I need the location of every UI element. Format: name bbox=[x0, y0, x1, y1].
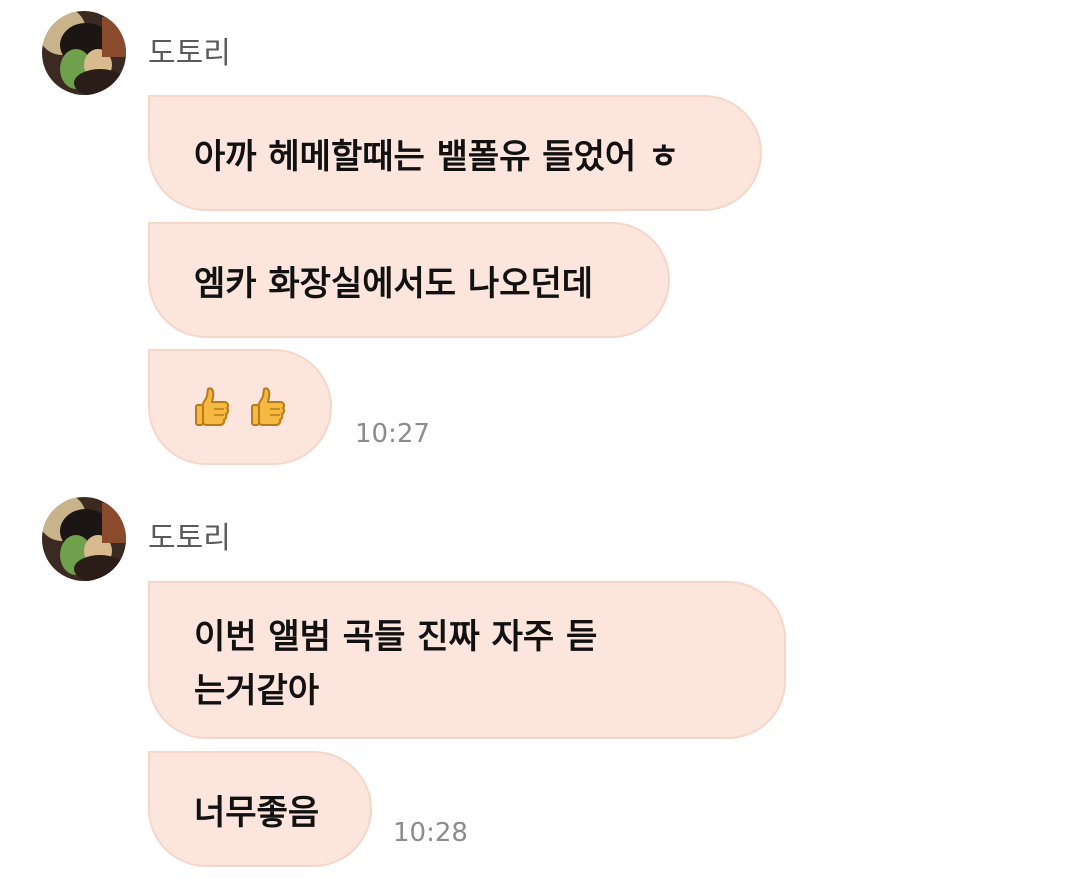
message-bubble[interactable]: 아까 헤메할때는 뱉폴유 들었어 ㅎ bbox=[148, 95, 762, 211]
emoji-reaction-row bbox=[194, 385, 288, 429]
message-bubble[interactable]: 이번 앨범 곡들 진짜 자주 듣는거같아 bbox=[148, 581, 786, 739]
sender-name: 도토리 bbox=[148, 521, 231, 556]
message-timestamp: 10:27 bbox=[355, 419, 430, 449]
sender-avatar[interactable] bbox=[42, 497, 126, 581]
message-timestamp: 10:28 bbox=[393, 818, 468, 848]
message-bubble[interactable]: 너무좋음 bbox=[148, 751, 372, 867]
message-text: 엠카 화장실에서도 나오던데 bbox=[194, 263, 594, 304]
message-text: 이번 앨범 곡들 진짜 자주 듣는거같아 bbox=[194, 617, 598, 711]
avatar-image bbox=[42, 497, 126, 581]
message-text: 아까 헤메할때는 뱉폴유 들었어 ㅎ bbox=[194, 136, 680, 177]
avatar-image bbox=[42, 11, 126, 95]
message-bubble[interactable] bbox=[148, 349, 332, 465]
message-bubble[interactable]: 엠카 화장실에서도 나오던데 bbox=[148, 222, 670, 338]
message-text: 너무좋음 bbox=[194, 792, 320, 833]
sender-avatar[interactable] bbox=[42, 11, 126, 95]
thumbs-up-icon bbox=[195, 387, 230, 426]
thumbs-up-icon bbox=[251, 387, 286, 426]
sender-name: 도토리 bbox=[148, 36, 231, 71]
